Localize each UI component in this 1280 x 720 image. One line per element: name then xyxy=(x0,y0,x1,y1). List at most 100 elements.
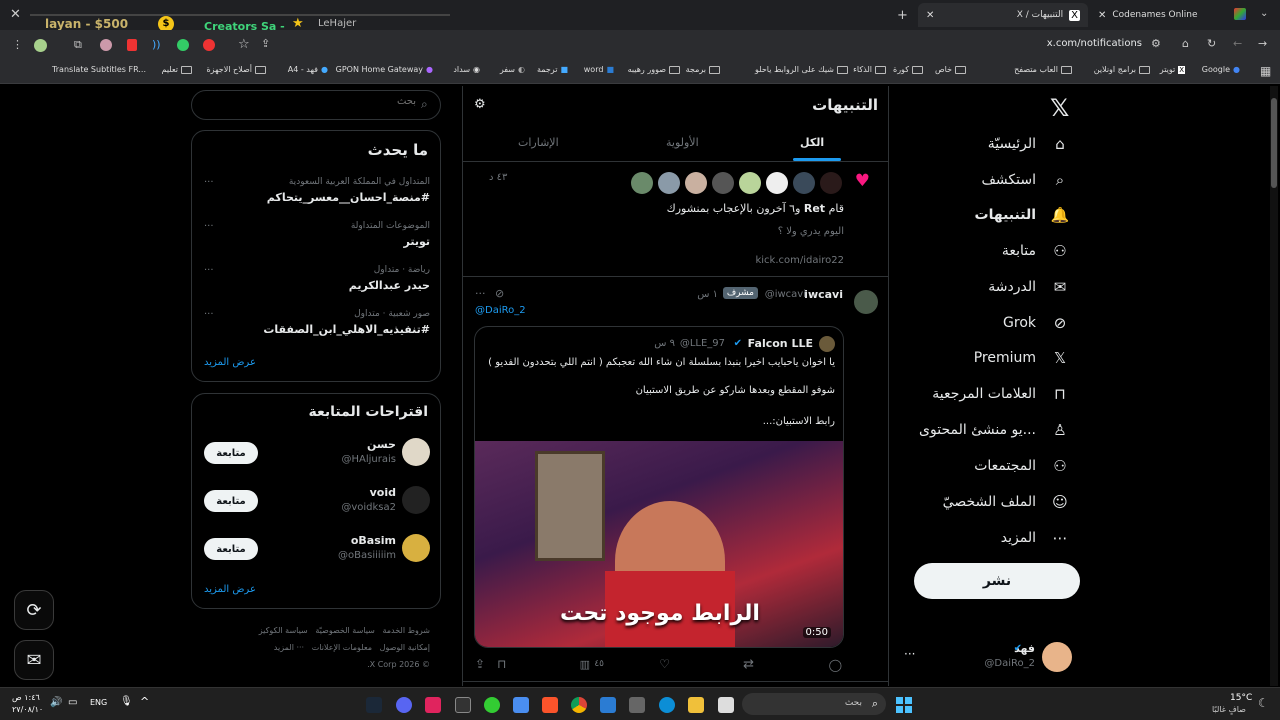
app-icon[interactable] xyxy=(718,697,734,713)
bookmark-item[interactable]: كورة xyxy=(893,65,923,74)
bookmark-item[interactable]: صوور رهيبه xyxy=(628,65,680,74)
trend-item[interactable]: الموضوعات المتداولة تويتر ··· xyxy=(192,221,442,261)
footer-link[interactable]: معلومات الإعلانات xyxy=(312,643,372,652)
nav-item[interactable]: ♙ ...يو منشئ المحتوى xyxy=(919,421,1070,439)
replying-to[interactable]: @DaiRo_2 xyxy=(475,305,526,316)
bookmark-item[interactable]: ترجمة ■ xyxy=(537,65,568,74)
footer-link[interactable]: ··· المزيد xyxy=(274,643,304,652)
video-thumbnail[interactable]: الرابط موجود تحت 0:50 xyxy=(475,441,843,647)
bookmark-item[interactable]: أصلاح الاجهزة xyxy=(206,65,266,74)
scrollbar-thumb[interactable] xyxy=(1271,98,1277,188)
discord-icon[interactable] xyxy=(396,697,412,713)
tab-priority[interactable]: الأولوية xyxy=(666,136,699,149)
extension-icon[interactable] xyxy=(177,39,189,51)
weather-icon[interactable]: ☾ xyxy=(1258,696,1269,710)
more-icon[interactable]: ··· xyxy=(904,647,915,661)
app-icon[interactable] xyxy=(455,697,471,713)
close-tab-icon[interactable]: ✕ xyxy=(926,10,934,21)
chrome-icon[interactable] xyxy=(571,697,587,713)
account-switcher[interactable]: ··· فهد ✔ @DaiRo_2 xyxy=(900,640,1080,676)
taskbar-search[interactable]: ⌕ بحث xyxy=(742,693,886,715)
weather-text[interactable]: صافٍ غالبًا xyxy=(1212,705,1246,714)
site-settings-icon[interactable]: ⚙ xyxy=(1151,37,1161,50)
profile-icon[interactable] xyxy=(34,39,47,52)
follow-suggestion[interactable]: oBasim @oBasiiiiim متابعة xyxy=(192,532,442,572)
bookmark-item[interactable]: سفر ◐ xyxy=(500,65,525,74)
extension-icon[interactable] xyxy=(100,39,112,51)
trend-item[interactable]: المتداول في المملكة العربية السعودية #منص… xyxy=(192,177,442,217)
close-window-icon[interactable]: ✕ xyxy=(10,7,21,22)
nav-item[interactable]: 𝕏 Premium xyxy=(974,349,1070,367)
home-icon[interactable]: ⌂ xyxy=(1182,37,1189,50)
grok-icon[interactable]: ⊘ xyxy=(495,287,504,300)
steam-icon[interactable] xyxy=(366,697,382,713)
edge-icon[interactable] xyxy=(659,697,675,713)
footer-link[interactable]: سياسة الخصوصيّة xyxy=(315,626,374,635)
more-icon[interactable]: ··· xyxy=(204,309,214,320)
bookmark-item[interactable]: برمجة xyxy=(686,65,720,74)
reload-icon[interactable]: ↻ xyxy=(1207,37,1216,50)
footer-link[interactable]: شروط الخدمة xyxy=(382,626,430,635)
file-explorer-icon[interactable] xyxy=(688,697,704,713)
views-icon[interactable]: ▥ xyxy=(580,658,590,671)
extension-icon[interactable] xyxy=(203,39,215,51)
bookmark-item[interactable]: خاص xyxy=(935,65,966,74)
nav-item[interactable]: ☺ الملف الشخصيّ xyxy=(943,493,1070,511)
scrollbar[interactable] xyxy=(1270,86,1278,686)
brave-icon[interactable] xyxy=(542,697,558,713)
bookmark-icon[interactable]: ⊓ xyxy=(497,657,506,671)
footer-link[interactable]: إمكانية الوصول xyxy=(380,643,430,652)
like-notification[interactable]: ♥ ٤٣ د قام Ret و٦ آخرون بالإعجاب بمنشورك… xyxy=(463,163,888,277)
tab-all[interactable]: الكل xyxy=(800,136,824,149)
bookmark-item[interactable]: برامج اونلاين xyxy=(1094,65,1150,74)
app-icon[interactable] xyxy=(484,697,500,713)
extension-icon[interactable] xyxy=(127,39,137,51)
clock-date[interactable]: ٢٧/٠٨/١٠ xyxy=(12,705,43,714)
follow-button[interactable]: متابعة xyxy=(204,442,258,464)
show-more-link[interactable]: عرض المزيد xyxy=(204,357,256,368)
show-more-link[interactable]: عرض المزيد xyxy=(204,584,256,595)
bookmark-item[interactable]: Translate Subtitles FR... xyxy=(52,65,146,74)
new-tab-icon[interactable]: + xyxy=(897,8,908,23)
language-indicator[interactable]: ENG xyxy=(90,698,107,707)
post-link[interactable]: kick.com/idairo22 xyxy=(755,255,844,266)
more-icon[interactable]: ··· xyxy=(475,287,486,300)
retweet-icon[interactable]: ⇄ xyxy=(743,657,754,672)
bookmark-item[interactable]: العاب متصفح xyxy=(1014,65,1072,74)
nav-item[interactable]: ⌂ الرئيسيّة xyxy=(988,135,1070,153)
share-icon[interactable]: ⇪ xyxy=(475,657,485,671)
nav-item[interactable]: 🔔 التنبيهات xyxy=(975,206,1070,224)
search-box[interactable]: ⌕ xyxy=(191,90,441,120)
nav-item[interactable]: ⌕ استكشف xyxy=(981,171,1070,189)
share-icon[interactable]: ⇪ xyxy=(261,37,270,50)
trend-item[interactable]: رياضة · متداول حيدر عبدالكريم ··· xyxy=(192,265,442,305)
reply-icon[interactable]: ◯ xyxy=(829,658,842,672)
nav-item[interactable]: ⊓ العلامات المرجعية xyxy=(932,385,1070,403)
store-icon[interactable] xyxy=(629,697,645,713)
network-icon[interactable]: ▭ xyxy=(68,697,77,708)
nav-item[interactable]: ⚇ متابعة xyxy=(1002,242,1070,260)
windows-start-icon[interactable] xyxy=(896,697,912,713)
back-icon[interactable]: → xyxy=(1258,37,1267,50)
x-logo-icon[interactable]: 𝕏 xyxy=(1050,94,1069,122)
trend-item[interactable]: صور شعبية · متداول #تنفيذيه_الاهلي_ابن_ال… xyxy=(192,309,442,349)
tab-mentions[interactable]: الإشارات xyxy=(518,136,559,149)
post-button[interactable]: نشر xyxy=(914,563,1080,599)
app-icon[interactable] xyxy=(425,697,441,713)
more-icon[interactable]: ··· xyxy=(204,221,214,232)
bookmark-item[interactable]: Google ● xyxy=(1202,65,1240,74)
screenshot-icon[interactable]: ⧉ xyxy=(74,38,82,52)
mail-app-icon[interactable] xyxy=(513,697,529,713)
bookmark-item[interactable]: word ■ xyxy=(584,65,614,74)
author-name[interactable]: iwcavi xyxy=(804,288,843,301)
messages-float-icon[interactable]: ✉ xyxy=(14,640,54,680)
nav-item[interactable]: ⊘ Grok xyxy=(1003,314,1070,332)
all-bookmarks-icon[interactable]: ▦ xyxy=(1260,64,1271,78)
mic-icon[interactable]: 🎙 xyxy=(120,696,133,707)
bookmark-item[interactable]: الذكاء xyxy=(853,65,886,74)
more-icon[interactable]: ··· xyxy=(204,177,214,188)
settings-icon[interactable]: ⚙ xyxy=(474,97,486,112)
bookmark-item[interactable]: GPON Home Gateway ● xyxy=(336,65,433,74)
bookmark-item[interactable]: A4 - فهد ● xyxy=(288,65,328,74)
bookmark-item[interactable]: شيك على الروابط ياحلو xyxy=(755,65,848,74)
